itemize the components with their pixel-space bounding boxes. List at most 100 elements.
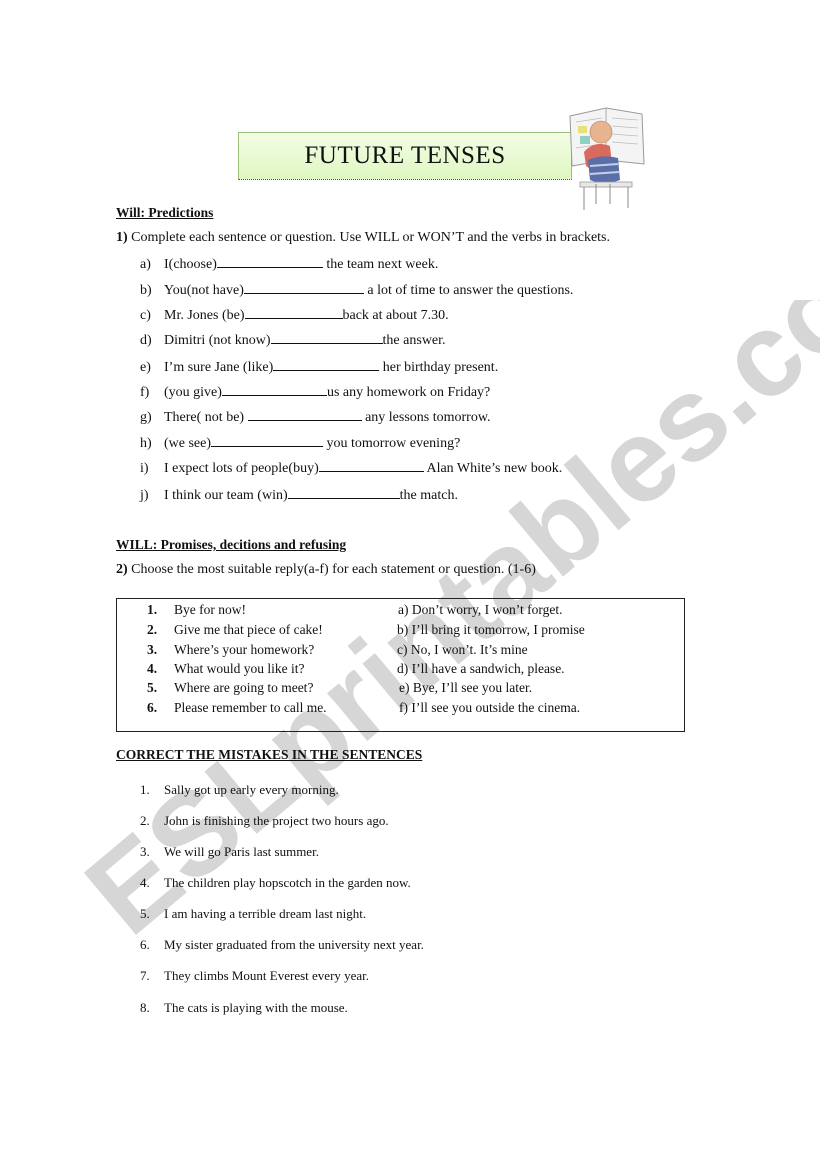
item-continuation: you tomorrow evening? xyxy=(323,436,461,451)
exercise-item-a: a) I(choose) the team next week. xyxy=(140,255,438,273)
item-continuation: the answer. xyxy=(382,333,446,348)
sentence-text: They climbs Mount Everest every year. xyxy=(164,968,370,983)
item-label: g) xyxy=(140,410,152,425)
answer-blank[interactable] xyxy=(221,383,327,396)
reply-c: c) No, I won’t. It’s mine xyxy=(397,642,528,657)
answer-blank[interactable] xyxy=(211,434,324,447)
item-continuation: Alan White’s new book. xyxy=(423,461,563,476)
exercise-item-g: g) There( not be) any lessons tomorrow. xyxy=(140,408,491,426)
statement-text: Please remember to call me. xyxy=(174,700,327,715)
item-prompt: I think our team (win) xyxy=(164,488,288,503)
mistake-sentence-1: 1. Sally got up early every morning. xyxy=(140,782,339,798)
mistake-sentence-3: 3. We will go Paris last summer. xyxy=(140,844,319,860)
item-prompt: There( not be) xyxy=(164,410,248,425)
mistake-sentence-8: 8. The cats is playing with the mouse. xyxy=(140,1000,348,1016)
item-label: b) xyxy=(140,283,152,298)
statement-text: Where are going to meet? xyxy=(174,680,314,695)
reply-f: f) I’ll see you outside the cinema. xyxy=(399,700,581,715)
item-label: h) xyxy=(140,436,152,451)
item-label: j) xyxy=(140,488,149,503)
mistake-sentence-4: 4. The children play hopscotch in the gar… xyxy=(140,875,411,891)
section2-heading: WILL: Promises, decitions and refusing xyxy=(116,537,347,552)
reply-b: b) I’ll bring it tomorrow, I promise xyxy=(397,622,585,637)
mistake-sentence-5: 5. I am having a terrible dream last nigh… xyxy=(140,906,366,922)
sentence-number: 7. xyxy=(140,968,150,983)
section2-instruction-text: Choose the most suitable reply(a-f) for … xyxy=(127,562,536,577)
exercise-item-e: e) I’m sure Jane (like) her birthday pres… xyxy=(140,358,498,376)
reply-d: d) I’ll have a sandwich, please. xyxy=(397,661,565,676)
sentence-number: 1. xyxy=(140,782,150,797)
title-banner: FUTURE TENSES xyxy=(238,132,572,180)
item-label: e) xyxy=(140,360,151,375)
item-prompt: I expect lots of people(buy) xyxy=(164,461,319,476)
item-label: f) xyxy=(140,385,150,400)
sentence-number: 6. xyxy=(140,937,150,952)
item-label: a) xyxy=(140,257,151,272)
statement-number: 2. xyxy=(147,622,158,637)
exercise-item-d: d) Dimitri (not know) the answer. xyxy=(140,331,446,349)
sentence-number: 8. xyxy=(140,1000,150,1015)
section3-heading: CORRECT THE MISTAKES IN THE SENTENCES xyxy=(116,747,423,762)
item-prompt: Dimitri (not know) xyxy=(164,333,271,348)
statement-text: Bye for now! xyxy=(174,602,246,617)
item-label: c) xyxy=(140,308,151,323)
item-continuation: the team next week. xyxy=(322,257,439,272)
sentence-number: 5. xyxy=(140,906,150,921)
answer-blank[interactable] xyxy=(216,255,323,268)
statement-text: Where’s your homework? xyxy=(174,642,315,657)
boy-reading-newspaper-illustration xyxy=(569,107,645,210)
statement-number: 3. xyxy=(147,642,158,657)
item-continuation: a lot of time to answer the questions. xyxy=(363,283,574,298)
section2-instruction: 2) Choose the most suitable reply(a-f) f… xyxy=(116,562,536,578)
sentence-number: 4. xyxy=(140,875,150,890)
exercise-item-f: f) (you give) us any homework on Friday? xyxy=(140,383,490,401)
answer-blank[interactable] xyxy=(270,331,383,344)
sentence-text: We will go Paris last summer. xyxy=(164,844,319,859)
answer-blank[interactable] xyxy=(287,486,400,499)
statement-text: Give me that piece of cake! xyxy=(174,622,323,637)
mistake-sentence-7: 7. They climbs Mount Everest every year. xyxy=(140,968,369,984)
sentence-number: 3. xyxy=(140,844,150,859)
answer-blank[interactable] xyxy=(318,459,424,472)
matching-box: 1. Bye for now! 2. Give me that piece of c… xyxy=(116,598,685,732)
sentence-text: I am having a terrible dream last night. xyxy=(164,906,367,921)
exercise-item-h: h) (we see) you tomorrow evening? xyxy=(140,434,460,452)
sentence-text: John is finishing the project two hours … xyxy=(164,813,389,828)
mistake-sentence-6: 6. My sister graduated from the universit… xyxy=(140,937,424,953)
item-continuation: any lessons tomorrow. xyxy=(361,410,491,425)
reply-e: e) Bye, I’ll see you later. xyxy=(399,680,533,695)
exercise-item-i: i) I expect lots of people(buy) Alan Whit… xyxy=(140,459,562,477)
sentence-text: Sally got up early every morning. xyxy=(164,782,339,797)
worksheet-title: FUTURE TENSES xyxy=(304,142,506,169)
statement-number: 6. xyxy=(147,700,158,715)
item-prompt: (we see) xyxy=(164,436,212,451)
exercise-item-b: b) You(not have) a lot of time to answer … xyxy=(140,281,573,299)
sentence-number: 2. xyxy=(140,813,150,828)
sentence-text: The cats is playing with the mouse. xyxy=(164,1000,348,1015)
statement-number: 5. xyxy=(147,680,158,695)
statement-number: 1. xyxy=(147,602,158,617)
item-prompt: (you give) xyxy=(164,385,222,400)
item-continuation: back at about 7.30. xyxy=(342,308,449,323)
item-label: d) xyxy=(140,333,152,348)
mistake-sentence-2: 2. John is finishing the project two hour… xyxy=(140,813,389,829)
sentence-text: The children play hopscotch in the garde… xyxy=(164,875,411,890)
exercise-item-j: j) I think our team (win) the match. xyxy=(140,486,458,504)
answer-blank[interactable] xyxy=(243,281,364,294)
item-label: i) xyxy=(140,461,149,476)
answer-blank[interactable] xyxy=(244,306,343,319)
item-prompt: You(not have) xyxy=(164,283,244,298)
statement-number: 4. xyxy=(147,661,158,676)
item-continuation: the match. xyxy=(399,488,458,503)
sentence-text: My sister graduated from the university … xyxy=(164,937,424,952)
statement-text: What would you like it? xyxy=(174,661,305,676)
item-continuation: us any homework on Friday? xyxy=(326,385,491,400)
section2-number: 2) xyxy=(116,562,128,577)
section1-instruction: 1) Complete each sentence or question. U… xyxy=(116,230,610,246)
item-prompt: I’m sure Jane (like) xyxy=(164,360,274,375)
reply-a: a) Don’t worry, I won’t forget. xyxy=(398,602,563,617)
answer-blank[interactable] xyxy=(273,358,380,371)
item-continuation: her birthday present. xyxy=(379,360,499,375)
exercise-item-c: c) Mr. Jones (be) back at about 7.30. xyxy=(140,306,449,324)
answer-blank[interactable] xyxy=(247,408,362,421)
